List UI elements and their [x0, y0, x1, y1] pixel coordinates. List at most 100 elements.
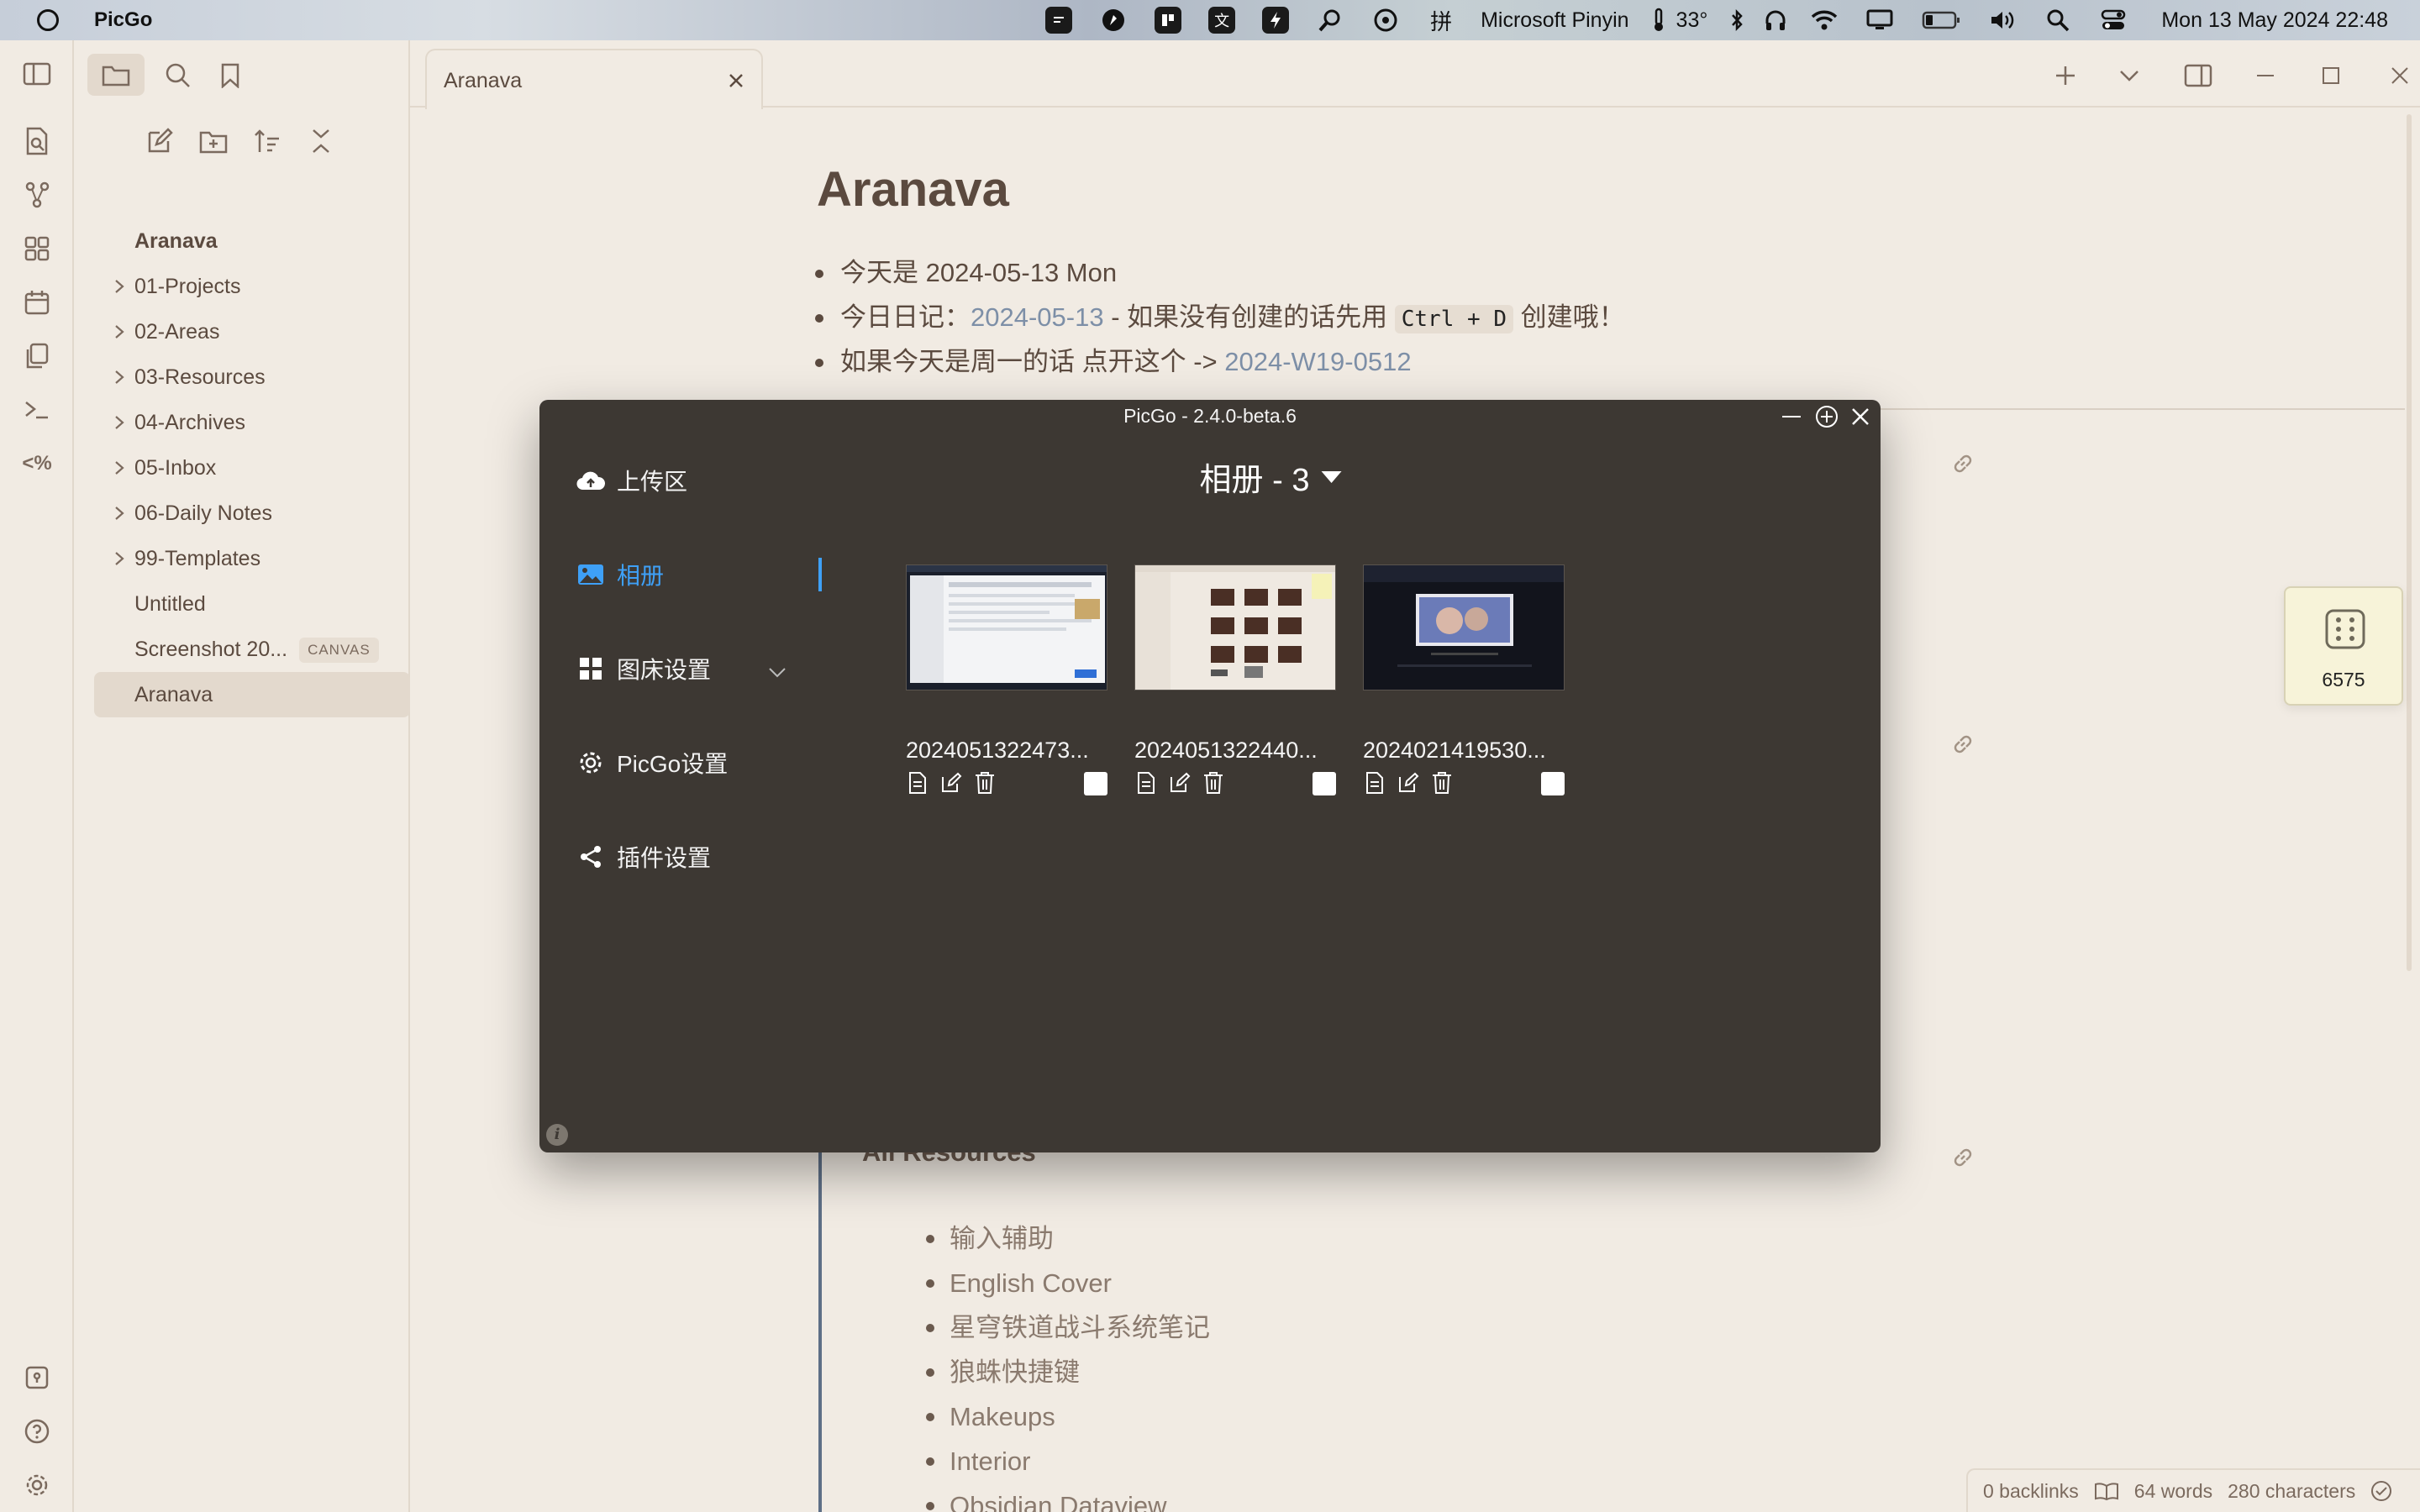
- graph-view-icon[interactable]: [20, 178, 54, 212]
- delete-trash-icon[interactable]: [1202, 770, 1225, 795]
- list-item[interactable]: 今天是 2024-05-13 Mon: [815, 250, 1625, 295]
- wifi-icon[interactable]: [1810, 6, 1839, 34]
- image-thumbnail[interactable]: [1134, 564, 1336, 690]
- bluetooth-icon[interactable]: [1723, 6, 1751, 34]
- menubar-clock[interactable]: Mon 13 May 2024 22:48: [2161, 8, 2388, 33]
- select-checkbox[interactable]: [1541, 772, 1565, 795]
- chevron-right-icon[interactable]: [114, 354, 128, 400]
- resource-link[interactable]: 输入辅助: [950, 1224, 1054, 1253]
- open-vault-icon[interactable]: [20, 1361, 54, 1394]
- picgo-minimize-icon[interactable]: [1778, 403, 1805, 430]
- nav-bed-settings[interactable]: 图床设置: [576, 650, 711, 687]
- toggle-right-sidebar-icon[interactable]: [2181, 59, 2215, 92]
- resource-link[interactable]: Obsidian Dataview: [950, 1491, 1166, 1512]
- edit-pencil-icon[interactable]: [1397, 770, 1420, 795]
- edit-pencil-icon[interactable]: [939, 770, 963, 795]
- tree-file-item[interactable]: Screenshot 20... CANVAS: [94, 627, 410, 672]
- tray-translate-icon[interactable]: 文: [1208, 7, 1236, 34]
- active-app-name[interactable]: PicGo: [94, 8, 152, 32]
- nav-plugin-settings[interactable]: 插件设置: [576, 838, 711, 875]
- help-icon[interactable]: [20, 1415, 54, 1448]
- block-link-icon[interactable]: [1948, 449, 1978, 479]
- tree-folder-item[interactable]: 03-Resources: [94, 354, 410, 400]
- tree-folder-item[interactable]: 06-Daily Notes: [94, 491, 410, 536]
- spotlight-search-icon[interactable]: [2044, 6, 2072, 34]
- list-item[interactable]: Interior: [926, 1439, 1210, 1483]
- canvas-blocks-icon[interactable]: [20, 232, 54, 265]
- terminal-icon[interactable]: [20, 393, 54, 427]
- tray-aperture-icon[interactable]: [1371, 6, 1400, 34]
- delete-trash-icon[interactable]: [973, 770, 997, 795]
- select-checkbox[interactable]: [1313, 772, 1336, 795]
- tree-folder-item[interactable]: 99-Templates: [94, 536, 410, 581]
- vault-root-label[interactable]: Aranava: [74, 218, 410, 264]
- tree-folder-item[interactable]: 01-Projects: [94, 264, 410, 309]
- calendar-icon[interactable]: [20, 286, 54, 319]
- image-thumbnail[interactable]: [1363, 564, 1565, 690]
- list-item[interactable]: Makeups: [926, 1394, 1210, 1439]
- chevron-right-icon[interactable]: [114, 309, 128, 354]
- templater-icon[interactable]: <%: [20, 447, 54, 480]
- new-folder-icon[interactable]: [197, 124, 230, 158]
- tray-dictionary-icon[interactable]: [1155, 7, 1182, 34]
- nav-upload[interactable]: 上传区: [576, 462, 687, 499]
- resource-link[interactable]: English Cover: [950, 1268, 1112, 1298]
- input-method-icon[interactable]: 拼: [1427, 6, 1455, 34]
- chevron-right-icon[interactable]: [114, 491, 128, 536]
- app-menu-icon[interactable]: [37, 9, 59, 31]
- open-quick-switcher-icon[interactable]: [20, 124, 54, 158]
- tree-file-item[interactable]: Untitled: [94, 581, 410, 627]
- select-checkbox[interactable]: [1084, 772, 1107, 795]
- display-icon[interactable]: [1865, 6, 1894, 34]
- resource-link[interactable]: 星穹铁道战斗系统笔记: [950, 1313, 1210, 1342]
- tray-magnifier-icon[interactable]: [1316, 6, 1344, 34]
- tray-bolt-icon[interactable]: [1262, 7, 1290, 34]
- templates-copy-icon[interactable]: [20, 339, 54, 373]
- sort-order-icon[interactable]: [250, 124, 284, 158]
- window-minimize-icon[interactable]: [2249, 59, 2282, 92]
- resource-link[interactable]: 狼蛛快捷键: [950, 1357, 1080, 1387]
- backlinks-count[interactable]: 0 backlinks: [1983, 1480, 2079, 1503]
- resource-link[interactable]: Makeups: [950, 1402, 1055, 1431]
- tree-folder-item[interactable]: 05-Inbox: [94, 445, 410, 491]
- chevron-right-icon[interactable]: [114, 445, 128, 491]
- tree-file-item[interactable]: Aranava: [94, 672, 410, 717]
- bookmarks-tab-icon[interactable]: [212, 57, 249, 94]
- list-item[interactable]: 狼蛛快捷键: [926, 1350, 1210, 1394]
- tree-folder-item[interactable]: 02-Areas: [94, 309, 410, 354]
- note-title[interactable]: Aranava: [817, 161, 1009, 218]
- headphones-icon[interactable]: [1761, 6, 1790, 34]
- list-item[interactable]: 今日日记：2024-05-13 - 如果没有创建的话先用 Ctrl + D 创建…: [815, 295, 1625, 339]
- chevron-right-icon[interactable]: [114, 400, 128, 445]
- search-tab-icon[interactable]: [160, 57, 197, 94]
- new-note-icon[interactable]: [143, 124, 176, 158]
- dice-roller-widget[interactable]: 6575: [2284, 586, 2403, 706]
- delete-trash-icon[interactable]: [1430, 770, 1454, 795]
- list-item[interactable]: Obsidian Dataview: [926, 1483, 1210, 1512]
- picgo-pin-plus-icon[interactable]: [1813, 403, 1840, 430]
- edit-pencil-icon[interactable]: [1168, 770, 1192, 795]
- resource-link[interactable]: Interior: [950, 1446, 1030, 1476]
- block-link-icon[interactable]: [1948, 1142, 1978, 1173]
- list-item[interactable]: English Cover: [926, 1261, 1210, 1305]
- chevron-right-icon[interactable]: [114, 264, 128, 309]
- volume-icon[interactable]: [1988, 6, 2017, 34]
- chevron-right-icon[interactable]: [114, 536, 128, 581]
- block-link-icon[interactable]: [1948, 729, 1978, 759]
- tray-app-icon[interactable]: [1045, 7, 1073, 34]
- list-item[interactable]: 输入辅助: [926, 1216, 1210, 1261]
- tree-folder-item[interactable]: 04-Archives: [94, 400, 410, 445]
- files-tab-folder-icon[interactable]: [87, 54, 145, 96]
- reading-view-icon[interactable]: [2094, 1481, 2119, 1501]
- picgo-close-icon[interactable]: [1847, 403, 1874, 430]
- info-icon[interactable]: i: [546, 1124, 568, 1146]
- list-item[interactable]: 如果今天是周一的话 点开这个 -> 2024-W19-0512: [815, 339, 1625, 384]
- image-thumbnail[interactable]: [906, 564, 1107, 690]
- list-item[interactable]: 星穹铁道战斗系统笔记: [926, 1305, 1210, 1350]
- input-method-name[interactable]: Microsoft Pinyin: [1481, 8, 1628, 33]
- tab-list-chevron-down-icon[interactable]: [2112, 59, 2146, 92]
- image-card[interactable]: 2024051322473...: [906, 564, 1107, 797]
- toggle-sidebar-icon[interactable]: [20, 57, 54, 91]
- copy-link-document-icon[interactable]: [1363, 770, 1386, 795]
- collapse-all-icon[interactable]: [304, 124, 338, 158]
